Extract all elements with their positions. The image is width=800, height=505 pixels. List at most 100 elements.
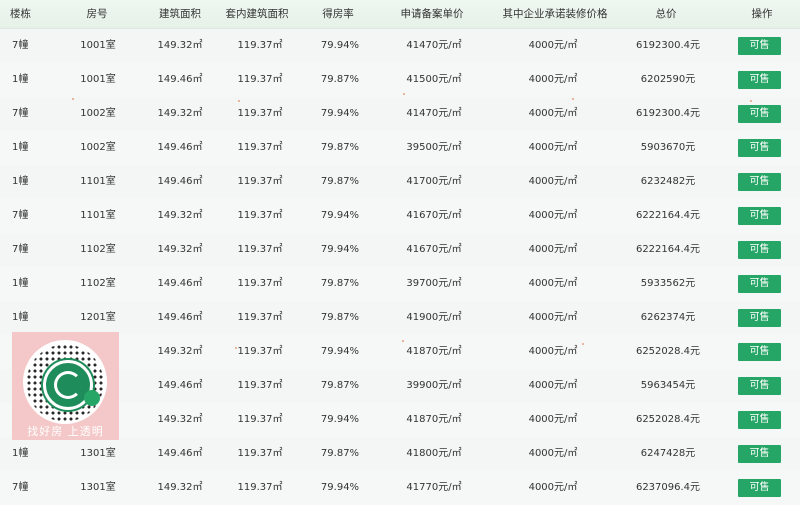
cell-decoration: 4000元/㎡	[528, 414, 578, 425]
table-row: 7幢 1002室 149.32㎡ 119.37㎡ 79.94% 41470元/㎡ 4000元…	[0, 97, 800, 131]
cell-area: 149.46㎡	[157, 448, 203, 459]
available-button[interactable]: 可售	[738, 139, 781, 157]
table-row: 1幢 1102室 149.46㎡ 119.37㎡ 79.87% 39700元/㎡ 4000元…	[0, 267, 800, 301]
cell-room: 1001室	[80, 74, 116, 85]
cell-inner-area: 119.37㎡	[237, 142, 283, 153]
cell-inner-area: 119.37㎡	[237, 346, 283, 357]
cell-ratio: 79.87%	[320, 312, 360, 323]
cell-building: 1幢	[12, 176, 29, 187]
table-row: 7幢 1301室 149.32㎡ 119.37㎡ 79.94% 41770元/㎡ 4000元…	[0, 471, 800, 505]
cell-room: 1001室	[80, 40, 116, 51]
cell-inner-area: 119.37㎡	[237, 176, 283, 187]
cell-decoration: 4000元/㎡	[528, 40, 578, 51]
dot	[235, 347, 237, 349]
cell-inner-area: 119.37㎡	[237, 244, 283, 255]
table-header: 楼栋 房号 建筑面积 套内建筑面积 得房率 申请备案单价 其中企业承诺装修价格 …	[0, 0, 800, 29]
cell-area: 149.32㎡	[157, 346, 203, 357]
table-row: 1幢 1201室 149.46㎡ 119.37㎡ 79.87% 41900元/㎡ 4000元…	[0, 301, 800, 335]
cell-area: 149.32㎡	[157, 210, 203, 221]
cell-total: 6237096.4元	[635, 482, 701, 493]
dot	[402, 340, 404, 342]
cell-unit-price: 39900元/㎡	[406, 380, 462, 391]
cell-decoration: 4000元/㎡	[528, 278, 578, 289]
available-button[interactable]: 可售	[738, 445, 781, 463]
cell-total: 6232482元	[640, 176, 696, 187]
cell-decoration: 4000元/㎡	[528, 176, 578, 187]
cell-building: 7幢	[12, 210, 29, 221]
cell-room: 1102室	[80, 278, 116, 289]
table-row: 1幢 1001室 149.46㎡ 119.37㎡ 79.87% 41500元/㎡ 4000元…	[0, 63, 800, 97]
available-button[interactable]: 可售	[738, 309, 781, 327]
cell-room: 1301室	[80, 448, 116, 459]
table-row: 1幢 1002室 149.46㎡ 119.37㎡ 79.87% 39500元/㎡ 4000元…	[0, 131, 800, 165]
available-button[interactable]: 可售	[738, 411, 781, 429]
available-button[interactable]: 可售	[738, 275, 781, 293]
table-row: 7幢 1101室 149.32㎡ 119.37㎡ 79.94% 41670元/㎡ 4000元…	[0, 199, 800, 233]
cell-building: 7幢	[12, 40, 29, 51]
cell-room: 1301室	[80, 482, 116, 493]
cell-decoration: 4000元/㎡	[528, 482, 578, 493]
available-button[interactable]: 可售	[738, 343, 781, 361]
cell-inner-area: 119.37㎡	[237, 414, 283, 425]
available-button[interactable]: 可售	[738, 479, 781, 497]
cell-area: 149.32㎡	[157, 108, 203, 119]
cell-room: 1002室	[80, 142, 116, 153]
header-building: 楼栋	[10, 8, 31, 20]
available-button[interactable]: 可售	[738, 105, 781, 123]
cell-unit-price: 41800元/㎡	[406, 448, 462, 459]
available-button[interactable]: 可售	[738, 173, 781, 191]
qr-code-badge[interactable]: 找好房 上透明	[12, 332, 119, 440]
cell-total: 6222164.4元	[635, 244, 701, 255]
cell-ratio: 79.94%	[320, 346, 360, 357]
cell-unit-price: 41670元/㎡	[406, 244, 462, 255]
cell-ratio: 79.87%	[320, 176, 360, 187]
cell-inner-area: 119.37㎡	[237, 108, 283, 119]
cell-unit-price: 41500元/㎡	[406, 74, 462, 85]
cell-building: 1幢	[12, 448, 29, 459]
cell-building: 1幢	[12, 142, 29, 153]
cell-total: 6252028.4元	[635, 414, 701, 425]
cell-inner-area: 119.37㎡	[237, 210, 283, 221]
header-decoration: 其中企业承诺装修价格	[502, 8, 608, 20]
cell-ratio: 79.94%	[320, 40, 360, 51]
cell-ratio: 79.87%	[320, 448, 360, 459]
available-button[interactable]: 可售	[738, 71, 781, 89]
cell-ratio: 79.94%	[320, 482, 360, 493]
table-row: 7幢 1102室 149.32㎡ 119.37㎡ 79.94% 41670元/㎡ 4000元…	[0, 233, 800, 267]
cell-decoration: 4000元/㎡	[528, 244, 578, 255]
cell-ratio: 79.87%	[320, 142, 360, 153]
available-button[interactable]: 可售	[738, 377, 781, 395]
table-row: 149.46㎡ 119.37㎡ 79.87% 39900元/㎡ 4000元/㎡ 59634…	[0, 369, 800, 403]
table-row: 7幢 1001室 149.32㎡ 119.37㎡ 79.94% 41470元/㎡ 4000元…	[0, 29, 800, 63]
cell-total: 5963454元	[640, 380, 696, 391]
cell-decoration: 4000元/㎡	[528, 108, 578, 119]
cell-unit-price: 41670元/㎡	[406, 210, 462, 221]
cell-area: 149.32㎡	[157, 40, 203, 51]
cell-ratio: 79.94%	[320, 108, 360, 119]
available-button[interactable]: 可售	[738, 241, 781, 259]
cell-room: 1102室	[80, 244, 116, 255]
header-inner-area: 套内建筑面积	[225, 8, 289, 20]
cell-total: 6192300.4元	[635, 108, 701, 119]
cell-building: 1幢	[12, 74, 29, 85]
cell-total: 5933562元	[640, 278, 696, 289]
cell-total: 6252028.4元	[635, 346, 701, 357]
available-button[interactable]: 可售	[738, 37, 781, 55]
dot	[572, 98, 574, 100]
logo-mark	[54, 371, 82, 399]
cell-decoration: 4000元/㎡	[528, 312, 578, 323]
cell-total: 5903670元	[640, 142, 696, 153]
house-price-table: 楼栋 房号 建筑面积 套内建筑面积 得房率 申请备案单价 其中企业承诺装修价格 …	[0, 0, 800, 505]
qr-caption: 找好房 上透明	[27, 425, 104, 438]
dot	[750, 100, 752, 102]
cell-inner-area: 119.37㎡	[237, 278, 283, 289]
cell-building: 1幢	[12, 278, 29, 289]
cell-ratio: 79.87%	[320, 74, 360, 85]
header-action: 操作	[751, 8, 773, 20]
available-button[interactable]: 可售	[738, 207, 781, 225]
header-room: 房号	[86, 8, 108, 20]
cell-unit-price: 41700元/㎡	[406, 176, 462, 187]
cell-area: 149.46㎡	[157, 74, 203, 85]
cell-decoration: 4000元/㎡	[528, 74, 578, 85]
cell-decoration: 4000元/㎡	[528, 346, 578, 357]
